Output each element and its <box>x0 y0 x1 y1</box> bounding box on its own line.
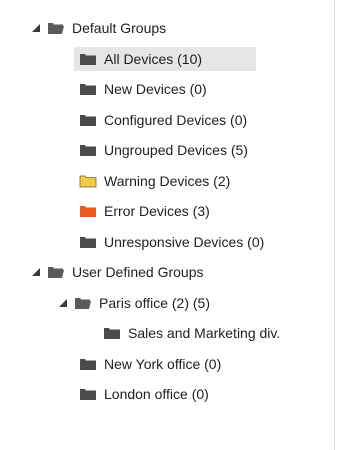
folder-icon <box>79 235 97 249</box>
tree-node-paris-office[interactable]: Paris office (2) (5) <box>58 291 334 315</box>
folder-open-icon <box>74 296 92 310</box>
tree-node-label: Unresponsive Devices (0) <box>104 234 265 250</box>
expand-triangle-icon[interactable] <box>58 291 68 315</box>
folder-open-icon <box>47 21 65 35</box>
tree-node-label: User Defined Groups <box>72 264 204 280</box>
folder-icon <box>79 357 97 371</box>
tree-node-label: Sales and Marketing div. <box>128 325 281 341</box>
tree-node-label: Ungrouped Devices (5) <box>104 142 248 158</box>
tree-node-unresponsive-devices[interactable]: Unresponsive Devices (0) <box>79 230 334 254</box>
tree-node-sales-and-marketing[interactable]: Sales and Marketing div. <box>103 321 334 345</box>
tree-node-label: Configured Devices (0) <box>104 112 248 128</box>
tree-node-user-defined-groups[interactable]: User Defined Groups <box>31 260 334 284</box>
tree-node-new-devices[interactable]: New Devices (0) <box>79 77 334 101</box>
tree-node-error-devices[interactable]: Error Devices (3) <box>79 199 334 223</box>
tree-node-all-devices[interactable]: All Devices (10) <box>79 47 334 71</box>
tree-node-label: New Devices (0) <box>104 81 207 97</box>
error-folder-icon <box>79 204 97 218</box>
tree-node-label: All Devices (10) <box>104 51 203 67</box>
group-tree-panel: Default Groups All Devices (10) New Devi… <box>0 0 335 450</box>
folder-icon <box>79 113 97 127</box>
tree-node-label: Error Devices (3) <box>104 203 210 219</box>
expand-triangle-icon[interactable] <box>31 16 41 40</box>
folder-icon <box>79 82 97 96</box>
tree-node-configured-devices[interactable]: Configured Devices (0) <box>79 108 334 132</box>
folder-icon <box>103 326 121 340</box>
tree-node-new-york-office[interactable]: New York office (0) <box>79 352 334 376</box>
tree-node-london-office[interactable]: London office (0) <box>79 382 334 406</box>
tree-node-ungrouped-devices[interactable]: Ungrouped Devices (5) <box>79 138 334 162</box>
expand-triangle-icon[interactable] <box>31 260 41 284</box>
tree-node-label: Default Groups <box>72 20 167 36</box>
tree-node-label: London office (0) <box>104 386 209 402</box>
tree-node-warning-devices[interactable]: Warning Devices (2) <box>79 169 334 193</box>
folder-icon <box>79 387 97 401</box>
tree-node-default-groups[interactable]: Default Groups <box>31 16 334 40</box>
tree-node-label: Warning Devices (2) <box>104 173 231 189</box>
folder-icon <box>79 52 97 66</box>
folder-icon <box>79 143 97 157</box>
folder-open-icon <box>47 265 65 279</box>
tree-node-label: New York office (0) <box>104 356 222 372</box>
tree-node-label: Paris office (2) (5) <box>99 295 210 311</box>
warning-folder-icon <box>79 174 97 188</box>
